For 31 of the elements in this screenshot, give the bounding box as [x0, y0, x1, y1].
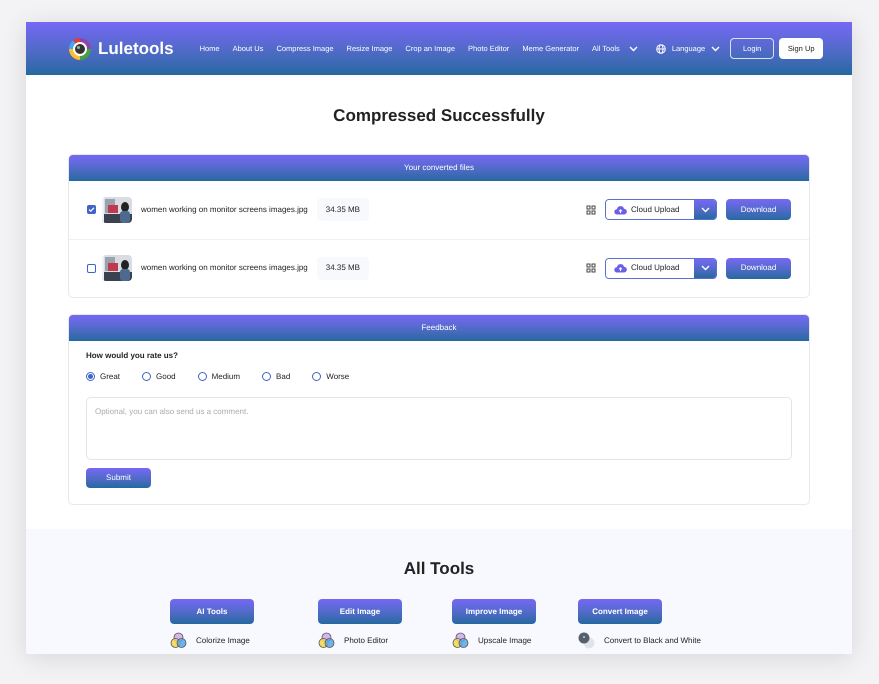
logo-text[interactable]: Luletools	[98, 36, 174, 62]
download-button[interactable]: Download	[726, 199, 791, 220]
card-header: Your converted files	[69, 154, 809, 180]
category-button[interactable]: AI Tools	[170, 599, 254, 624]
rating-question: How would you rate us?	[86, 350, 180, 362]
category-button[interactable]: Edit Image	[318, 599, 402, 624]
comment-field[interactable]: Optional, you can also send us a comment.	[86, 396, 792, 460]
tool-link[interactable]: Upscale Image	[452, 632, 578, 649]
upload-label: Cloud Upload	[631, 204, 680, 216]
card-header: Feedback	[69, 314, 809, 340]
category-button[interactable]: Convert Image	[578, 599, 662, 624]
file-size: 34.35 MB	[316, 198, 369, 221]
radio-option[interactable]: Medium	[198, 370, 240, 382]
download-button[interactable]: Download	[726, 258, 791, 278]
tool-link[interactable]: Photo Editor	[318, 632, 452, 649]
page-title: Compressed Successfully	[332, 105, 546, 127]
file-name: women working on monitor screens images.jpg	[141, 262, 308, 274]
upload-label: Cloud Upload	[631, 262, 680, 274]
file-name: women working on monitor screens images.jpg	[141, 204, 308, 216]
category-button[interactable]: Improve Image	[452, 599, 536, 624]
cloud-upload-dropdown[interactable]: Cloud Upload	[605, 199, 717, 220]
radio-option[interactable]: Bad	[262, 370, 290, 382]
radio-option[interactable]: Worse	[312, 370, 350, 382]
section-title: All Tools	[402, 558, 476, 580]
radio-option[interactable]: Great	[86, 370, 120, 382]
tool-link[interactable]: Colorize Image	[170, 632, 318, 649]
tool-link[interactable]: Convert to Black and White	[578, 632, 778, 649]
submit-button[interactable]: Submit	[86, 468, 151, 488]
cloud-upload-dropdown[interactable]: Cloud Upload	[605, 258, 717, 278]
file-size: 34.35 MB	[316, 256, 369, 280]
radio-option[interactable]: Good	[142, 370, 176, 382]
